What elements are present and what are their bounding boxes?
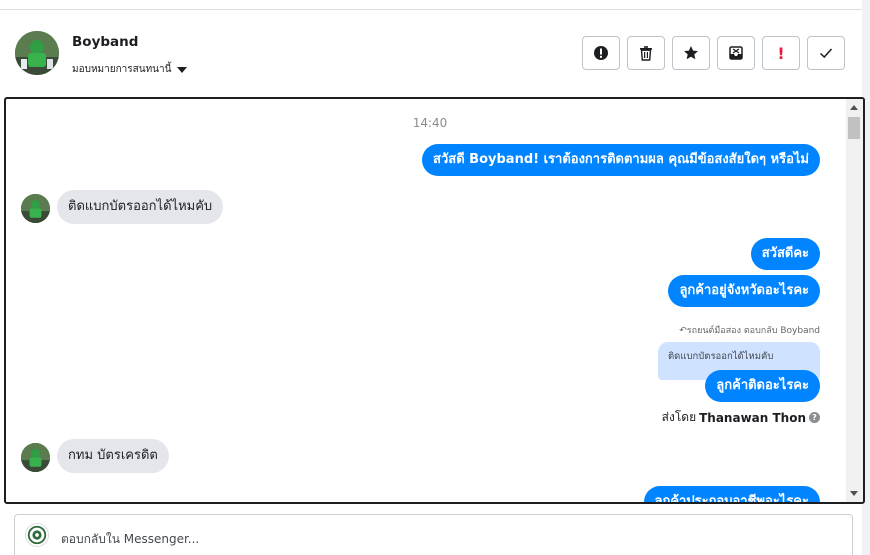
- conversation-panel[interactable]: 14:40 สวัสดี Boyband! เราต้องการติดตามผล…: [4, 97, 865, 504]
- scroll-down-arrow-icon[interactable]: [850, 491, 858, 496]
- conversation-scrollbar[interactable]: [846, 99, 863, 502]
- incoming-message[interactable]: ติดแบกบัตรออกได้ไหมคับ: [57, 190, 224, 224]
- outgoing-message[interactable]: ลูกค้าอยู่จังหวัดอะไรคะ: [668, 275, 820, 307]
- sent-by-label: ส่งโดย: [661, 410, 697, 424]
- sent-by-line: ส่งโดย Thanawan Thon ?: [662, 408, 820, 427]
- caret-down-icon: [177, 66, 188, 73]
- page-logo-icon: [27, 525, 47, 545]
- outgoing-message[interactable]: ลูกค้าติดอะไรคะ: [705, 370, 820, 402]
- delete-button[interactable]: [627, 36, 665, 70]
- conversation-toolbar: !: [582, 36, 845, 70]
- scroll-up-arrow-icon[interactable]: [850, 105, 858, 110]
- scrollbar-thumb[interactable]: [848, 117, 860, 139]
- archive-icon: [729, 46, 743, 60]
- mark-important-button[interactable]: !: [762, 36, 800, 70]
- contact-avatar[interactable]: [15, 31, 59, 75]
- reply-box[interactable]: ตอบกลับใน Messenger...: [14, 514, 853, 555]
- spam-icon: [594, 46, 608, 60]
- outgoing-message[interactable]: ลูกค้าประกอบอาชีพอะไรคะ: [643, 486, 820, 502]
- assign-conversation-dropdown[interactable]: มอบหมายการสนทนานี้: [72, 62, 188, 77]
- archive-button[interactable]: [717, 36, 755, 70]
- reply-arrow-icon: ↶: [679, 326, 687, 336]
- conversation-header: Boyband มอบหมายการสนทนานี้ !: [0, 10, 862, 96]
- message-timestamp: 14:40: [412, 116, 448, 130]
- page-avatar: [25, 523, 49, 547]
- incoming-message[interactable]: กทม บัตรเครดิต: [57, 439, 169, 473]
- outgoing-message[interactable]: สวัสดีคะ: [750, 238, 820, 270]
- messenger-conversation-page: Boyband มอบหมายการสนทนานี้ ! 14:40 สวัสด…: [0, 0, 870, 555]
- contact-avatar-small: [21, 194, 50, 223]
- star-icon: [684, 46, 698, 60]
- star-button[interactable]: [672, 36, 710, 70]
- mark-spam-button[interactable]: [582, 36, 620, 70]
- sent-by-name: Thanawan Thon: [699, 410, 806, 425]
- outgoing-message[interactable]: สวัสดี Boyband! เราต้องการติดตามผล คุณมี…: [422, 144, 820, 176]
- important-icon: !: [777, 43, 785, 63]
- mark-done-button[interactable]: [807, 36, 845, 70]
- contact-name[interactable]: Boyband: [72, 34, 138, 50]
- reply-input[interactable]: ตอบกลับใน Messenger...: [61, 530, 199, 549]
- reply-note: ↶รถยนต์มือสอง ตอบกลับ Boyband: [679, 323, 820, 337]
- question-icon[interactable]: ?: [809, 412, 820, 423]
- check-icon: [819, 48, 833, 59]
- trash-icon: [640, 46, 652, 61]
- contact-avatar-small: [21, 443, 50, 472]
- reply-note-text: รถยนต์มือสอง ตอบกลับ Boyband: [686, 326, 820, 336]
- assign-label: มอบหมายการสนทนานี้: [72, 64, 172, 75]
